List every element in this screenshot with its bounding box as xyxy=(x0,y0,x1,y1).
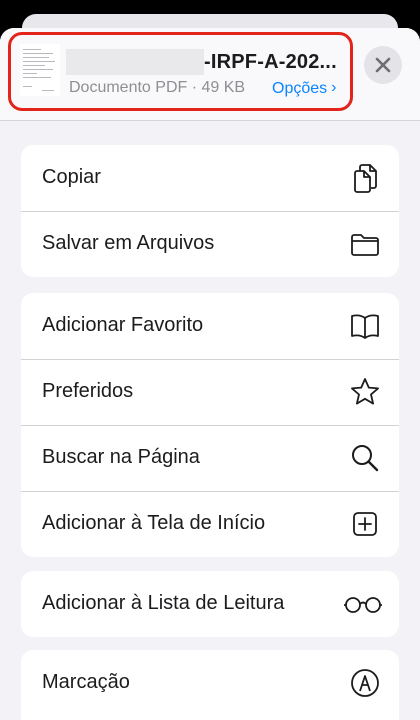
menu-item-add-to-home-screen[interactable]: Adicionar à Tela de Início xyxy=(21,491,399,557)
menu-item-save-to-files[interactable]: Salvar em Arquivos xyxy=(21,211,399,277)
folder-icon xyxy=(351,234,379,256)
glasses-icon xyxy=(344,597,382,613)
menu-item-add-bookmark[interactable]: Adicionar Favorito xyxy=(21,293,399,359)
share-sheet: -IRPF-A-202... Documento PDF · 49 KB Opç… xyxy=(0,28,420,720)
markup-icon xyxy=(351,669,379,697)
menu-item-label: Adicionar Favorito xyxy=(42,314,204,336)
copy-icon xyxy=(354,164,377,193)
menu-item-label: Salvar em Arquivos xyxy=(42,232,215,254)
menu-item-label: Preferidos xyxy=(42,380,134,402)
menu-item-label: Copiar xyxy=(42,166,101,188)
menu-item-label: Buscar na Página xyxy=(42,446,200,468)
book-icon xyxy=(351,314,379,339)
action-group-3: Adicionar à Lista de Leitura xyxy=(21,571,399,637)
menu-item-copy[interactable]: Copiar xyxy=(21,145,399,211)
plus-square-icon xyxy=(353,512,377,536)
close-icon xyxy=(375,57,391,73)
menu-item-label: Adicionar à Lista de Leitura xyxy=(42,592,285,614)
action-group-2: Adicionar Favorito Preferidos Buscar na … xyxy=(21,293,399,557)
close-button[interactable] xyxy=(364,46,402,84)
star-icon xyxy=(351,378,379,405)
menu-item-favorites[interactable]: Preferidos xyxy=(21,359,399,425)
action-group-1: Copiar Salvar em Arquivos xyxy=(21,145,399,277)
menu-item-find-on-page[interactable]: Buscar na Página xyxy=(21,425,399,491)
sheet-header: -IRPF-A-202... Documento PDF · 49 KB Opç… xyxy=(0,28,420,121)
menu-item-label: Marcação xyxy=(42,671,130,693)
action-group-4: Marcação xyxy=(21,650,399,720)
menu-item-markup[interactable]: Marcação xyxy=(21,650,399,716)
search-icon xyxy=(352,445,379,472)
menu-item-label: Adicionar à Tela de Início xyxy=(42,512,266,534)
highlight-frame xyxy=(8,32,353,111)
menu-item-add-to-reading-list[interactable]: Adicionar à Lista de Leitura xyxy=(21,571,399,637)
